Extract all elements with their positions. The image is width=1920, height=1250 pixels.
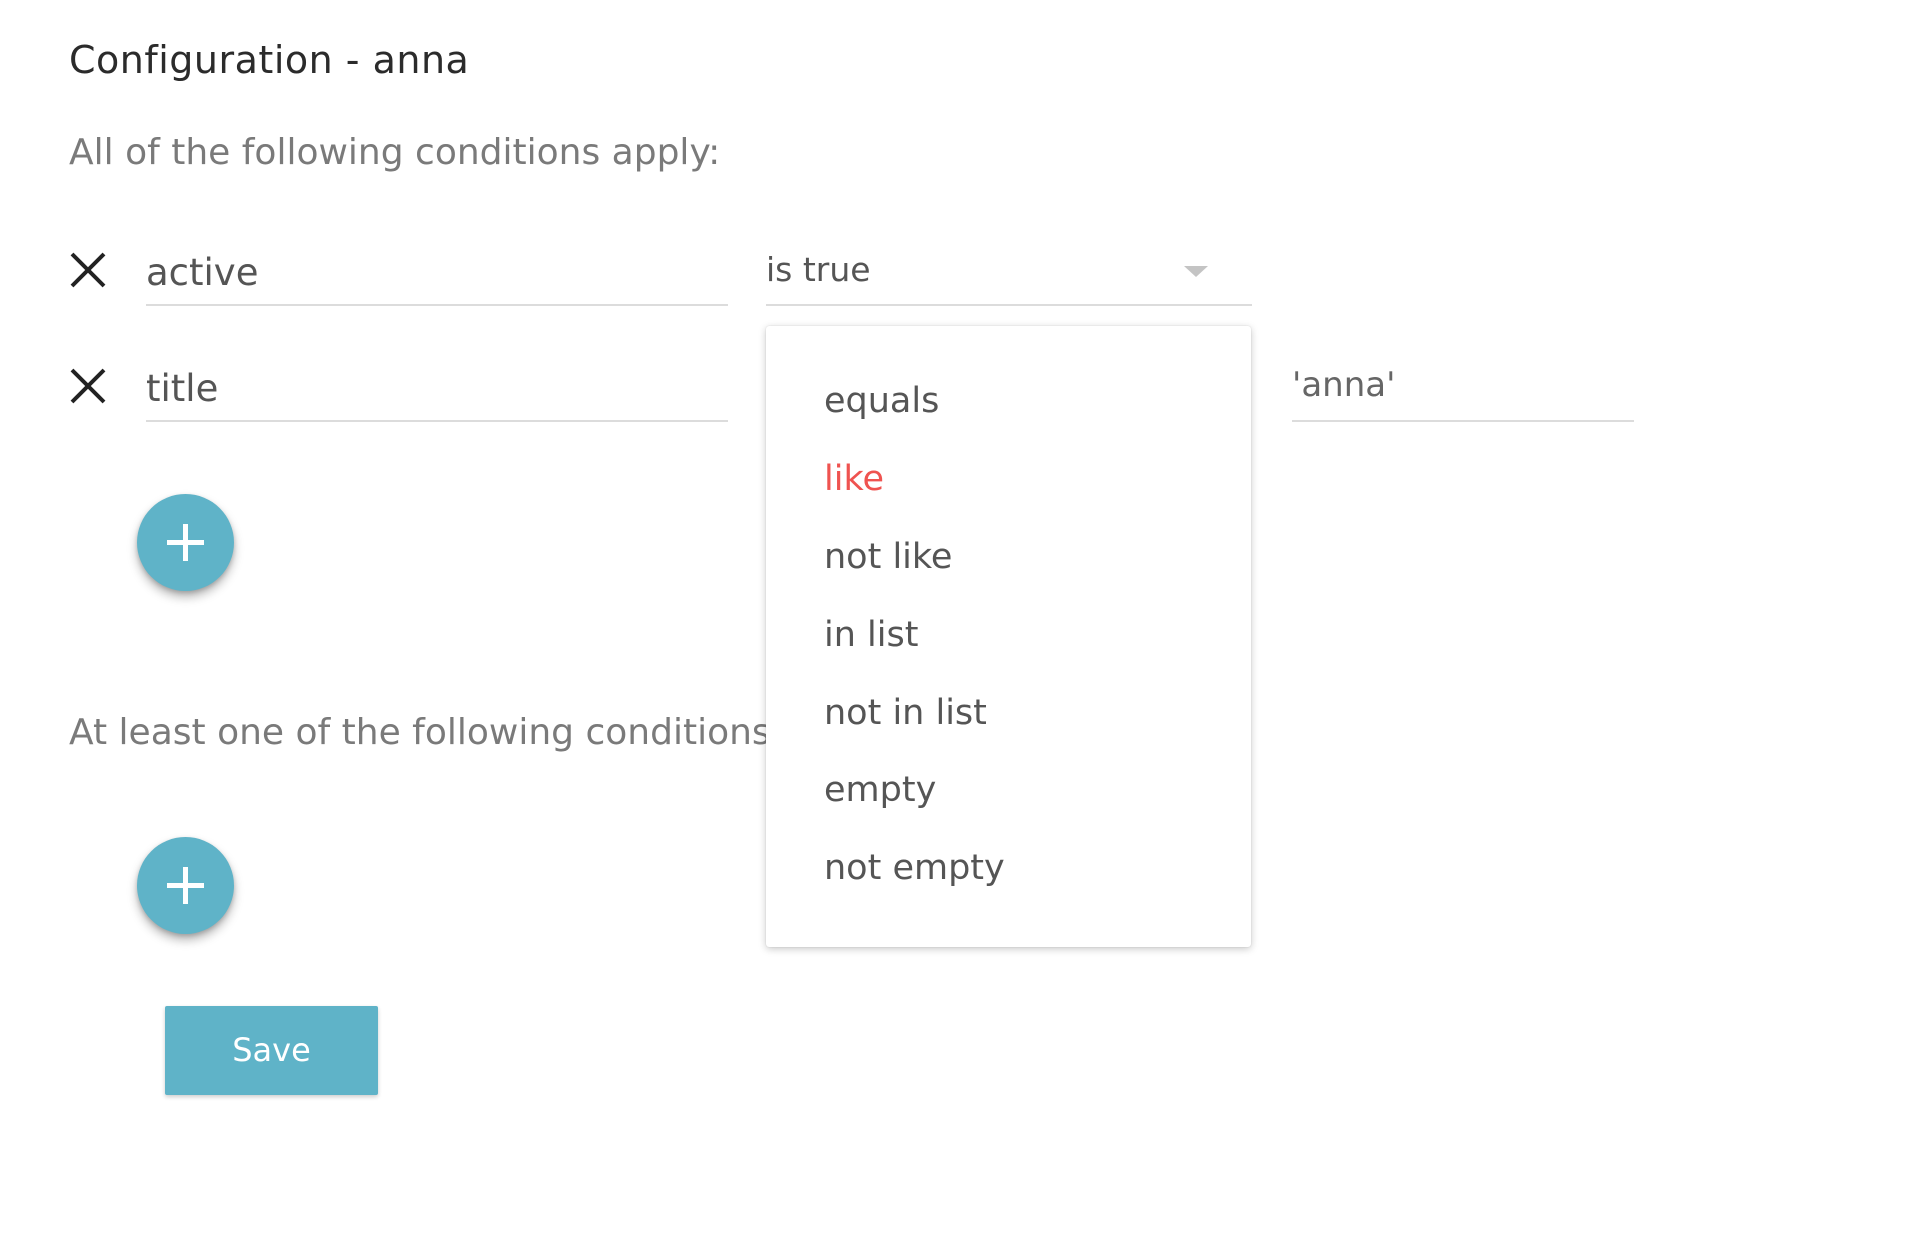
add-condition-all-button[interactable] — [137, 494, 234, 591]
close-icon — [70, 368, 106, 404]
any-conditions-heading: At least one of the following conditions — [69, 712, 771, 753]
page-title: Configuration - anna — [69, 38, 470, 82]
save-button[interactable]: Save — [165, 1006, 378, 1095]
menu-item-empty[interactable]: empty — [824, 770, 936, 810]
menu-item-not-empty[interactable]: not empty — [824, 848, 1005, 888]
plus-icon — [167, 524, 204, 561]
menu-item-not-in-list[interactable]: not in list — [824, 693, 987, 733]
condition-field-input[interactable]: title — [146, 364, 728, 422]
plus-icon — [167, 867, 204, 904]
menu-item-equals[interactable]: equals — [824, 381, 939, 421]
add-condition-any-button[interactable] — [137, 837, 234, 934]
configuration-page: Configuration - anna All of the followin… — [0, 0, 1920, 1250]
menu-item-in-list[interactable]: in list — [824, 615, 918, 655]
operator-select-value: is true — [766, 250, 871, 289]
operator-dropdown-menu: equals like not like in list not in list… — [766, 326, 1251, 947]
menu-item-not-like[interactable]: not like — [824, 537, 952, 577]
condition-value-input[interactable]: 'anna' — [1292, 360, 1634, 422]
close-icon — [70, 252, 106, 288]
all-conditions-heading: All of the following conditions apply: — [69, 132, 721, 173]
remove-condition-active-button[interactable] — [68, 250, 108, 290]
caret-down-icon — [1184, 266, 1208, 277]
operator-select[interactable]: is true — [766, 244, 1252, 306]
menu-item-like[interactable]: like — [824, 459, 884, 499]
condition-field-input[interactable]: active — [146, 248, 728, 306]
remove-condition-title-button[interactable] — [68, 366, 108, 406]
